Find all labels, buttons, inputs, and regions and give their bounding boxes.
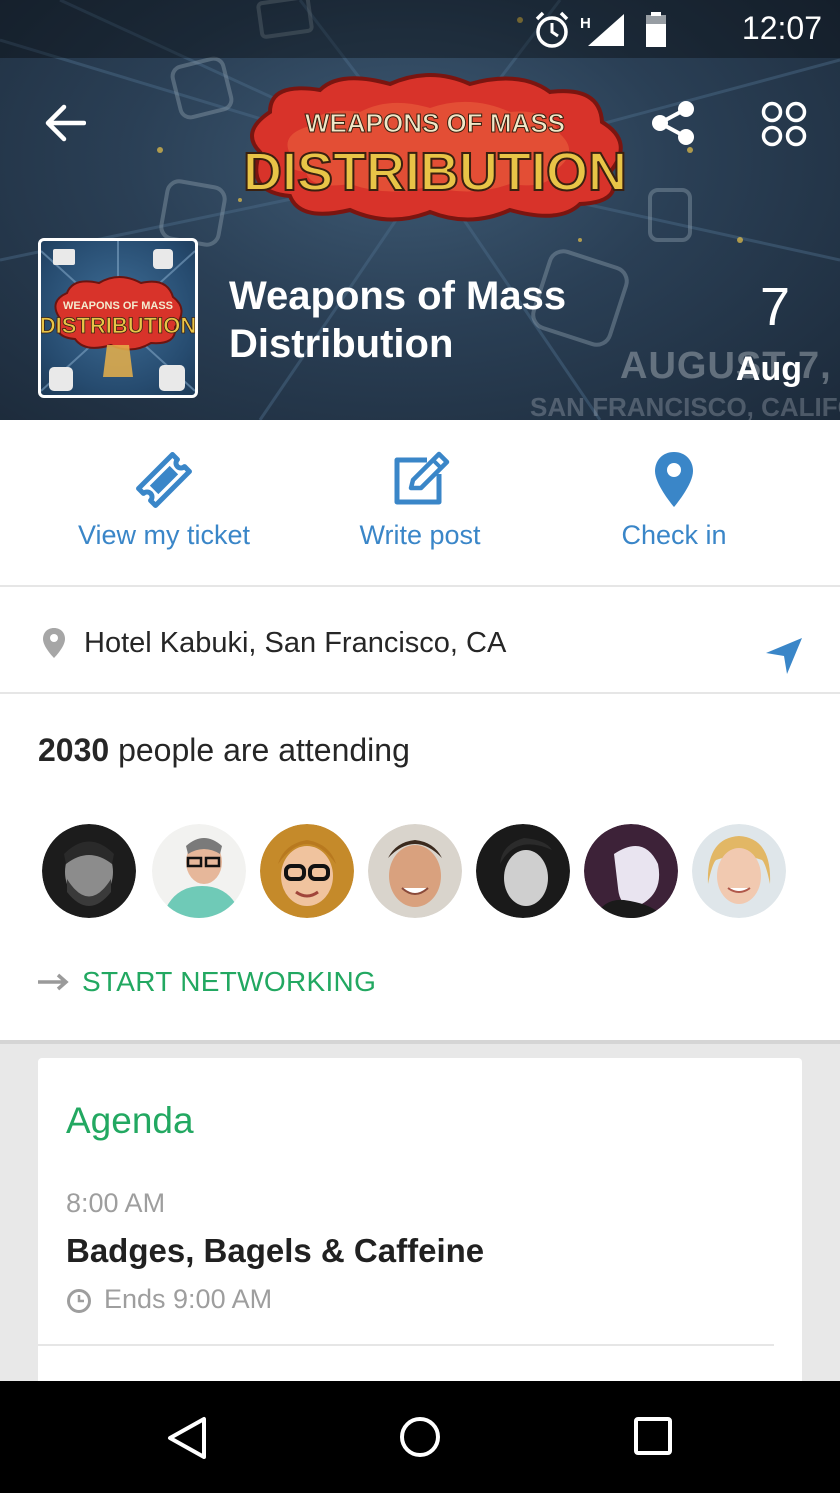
ticket-icon: [136, 452, 192, 508]
event-title: Weapons of Mass Distribution: [229, 274, 567, 366]
back-triangle-icon[interactable]: [166, 1415, 208, 1461]
action-row: View my ticket Write post Check in: [0, 420, 840, 587]
start-networking-label: START NETWORKING: [82, 966, 377, 997]
system-navigation-bar: [0, 1381, 840, 1493]
agenda-title: Agenda: [66, 1100, 194, 1141]
network-type: H: [580, 15, 591, 32]
map-pin-icon: [43, 628, 65, 658]
agenda-divider: [38, 1344, 774, 1346]
check-in-label: Check in: [621, 520, 727, 550]
attendance-count: 2030: [38, 732, 110, 768]
agenda-item-time: 8:00 AM: [66, 1188, 166, 1218]
location-address: Hotel Kabuki, San Francisco, CA: [84, 627, 507, 659]
avatar[interactable]: [260, 824, 354, 918]
agenda-item-title[interactable]: Badges, Bagels & Caffeine: [66, 1232, 484, 1270]
arrow-left-icon[interactable]: [44, 104, 86, 142]
thumb-line1: WEAPONS OF MASS: [63, 300, 173, 312]
thumb-line2: DISTRIBUTION: [41, 313, 195, 338]
arrow-right-icon: [38, 973, 69, 991]
view-ticket-label: View my ticket: [77, 520, 251, 550]
avatar[interactable]: [42, 824, 136, 918]
agenda-card: Agenda 8:00 AM Badges, Bagels & Caffeine…: [38, 1058, 802, 1388]
poster-location: SAN FRANCISCO, CALIFORNIA: [530, 392, 840, 420]
clock-icon: [67, 1289, 91, 1313]
avatar[interactable]: [152, 824, 246, 918]
write-post-label: Write post: [359, 520, 481, 550]
agenda-item-ends-text: Ends 9:00 AM: [104, 1284, 273, 1314]
avatar[interactable]: [476, 824, 570, 918]
avatar[interactable]: [368, 824, 462, 918]
navigation-arrow-icon[interactable]: [764, 636, 804, 676]
banner-explosion-art: WEAPONS OF MASS DISTRIBUTION: [242, 73, 628, 222]
attendance-summary: 2030 people are attending: [38, 732, 410, 769]
event-thumbnail-art: WEAPONS OF MASS DISTRIBUTION: [41, 241, 195, 392]
home-circle-icon[interactable]: [398, 1415, 442, 1459]
banner-art-line2: DISTRIBUTION: [243, 142, 627, 202]
signal-icon: [588, 14, 624, 46]
status-time: 12:07: [741, 10, 822, 46]
battery-icon: [646, 12, 666, 47]
attendee-avatars: [42, 824, 802, 918]
alarm-icon: [535, 11, 569, 48]
write-post-button[interactable]: Write post: [280, 450, 560, 551]
recents-square-icon[interactable]: [632, 1415, 674, 1457]
attendance-suffix: people are attending: [109, 732, 410, 768]
location-row[interactable]: Hotel Kabuki, San Francisco, CA: [0, 587, 840, 694]
status-icons: H: [535, 11, 666, 48]
location-pin-icon: [655, 452, 693, 507]
banner-art-line1: WEAPONS OF MASS: [305, 108, 565, 138]
event-day: 7: [759, 277, 790, 337]
avatar[interactable]: [692, 824, 786, 918]
grid-circles-icon[interactable]: [760, 100, 808, 148]
event-month: Aug: [735, 350, 802, 388]
view-ticket-button[interactable]: View my ticket: [24, 450, 304, 551]
edit-icon: [394, 451, 450, 505]
event-banner: WEAPONS OF MASS DISTRIBUTION AUGUST 7, 2…: [0, 0, 840, 420]
status-bar: H 12:07: [0, 0, 840, 58]
share-icon[interactable]: [650, 100, 696, 146]
check-in-button[interactable]: Check in: [534, 450, 814, 551]
event-thumbnail: WEAPONS OF MASS DISTRIBUTION: [38, 238, 198, 398]
avatar[interactable]: [584, 824, 678, 918]
